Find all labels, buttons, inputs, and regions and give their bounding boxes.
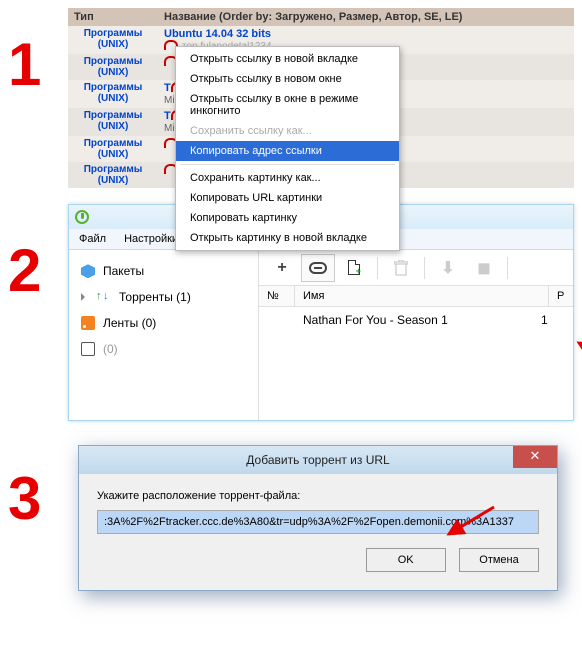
toolbar-separator <box>424 257 425 279</box>
torrent-link[interactable]: T <box>164 110 171 122</box>
ok-button[interactable]: OK <box>366 548 446 572</box>
col-name: Название (Order by: Загружено, Размер, А… <box>158 8 574 26</box>
context-item[interactable]: Открыть ссылку в новой вкладке <box>176 49 399 69</box>
add-file-button[interactable]: + <box>337 254 371 282</box>
category-cell[interactable]: Программы(UNIX) <box>68 136 158 162</box>
annotation-arrow <box>569 338 582 371</box>
category-cell[interactable]: Программы(UNIX) <box>68 108 158 136</box>
dialog-titlebar[interactable]: Добавить торрент из URL ✕ <box>79 446 557 474</box>
utorrent-logo-icon <box>75 210 89 224</box>
context-separator <box>180 164 395 165</box>
sidebar-torrents[interactable]: Торренты (1) <box>73 284 254 310</box>
category-cell[interactable]: Программы(UNIX) <box>68 80 158 108</box>
sidebar-packages[interactable]: Пакеты <box>73 258 254 284</box>
category-cell[interactable]: Программы(UNIX) <box>68 26 158 54</box>
toolbar: + + ⬇ ◼ <box>259 250 573 286</box>
col-p[interactable]: Р <box>549 286 573 306</box>
menu-settings[interactable]: Настройки <box>124 233 178 245</box>
cancel-button[interactable]: Отмена <box>459 548 539 572</box>
package-icon <box>81 264 95 278</box>
link-icon <box>309 262 327 274</box>
context-item[interactable]: Открыть картинку в новой вкладке <box>176 228 399 248</box>
context-item[interactable]: Открыть ссылку в окне в режиме инкогнито <box>176 89 399 121</box>
sidebar: Пакеты Торренты (1) Ленты (0) (0) <box>69 250 259 420</box>
stop-button[interactable]: ◼ <box>467 254 501 282</box>
column-headers: № Имя Р <box>259 286 573 307</box>
download-button[interactable]: ⬇ <box>431 254 465 282</box>
dialog-title: Добавить торрент из URL <box>246 453 389 467</box>
category-cell[interactable]: Программы(UNIX) <box>68 54 158 80</box>
annotation-arrow <box>439 502 499 545</box>
torrent-name: Nathan For You - Season 1 <box>303 313 541 327</box>
add-url-button[interactable] <box>301 254 335 282</box>
torrent-p: 1 <box>541 313 565 327</box>
col-num[interactable]: № <box>259 286 295 306</box>
context-item[interactable]: Открыть ссылку в новом окне <box>176 69 399 89</box>
category-cell[interactable]: Программы(UNIX) <box>68 162 158 188</box>
rss-icon <box>81 316 95 330</box>
main-panel: + + ⬇ ◼ № Имя Р <box>259 250 573 420</box>
step-number-2: 2 <box>8 236 41 305</box>
col-type: Тип <box>68 8 158 26</box>
context-item[interactable]: Сохранить картинку как... <box>176 168 399 188</box>
step-number-1: 1 <box>8 30 41 99</box>
delete-button[interactable] <box>384 254 418 282</box>
torrent-row[interactable]: Nathan For You - Season 1 1 <box>259 307 573 333</box>
device-icon <box>81 342 95 356</box>
toolbar-separator <box>377 257 378 279</box>
col-name[interactable]: Имя <box>295 286 549 306</box>
expand-icon[interactable] <box>81 293 85 301</box>
add-url-dialog: Добавить торрент из URL ✕ Укажите распол… <box>78 445 558 591</box>
context-menu: Открыть ссылку в новой вкладкеОткрыть сс… <box>175 46 400 251</box>
sidebar-feeds[interactable]: Ленты (0) <box>73 310 254 336</box>
dialog-label: Укажите расположение торрент-файла: <box>97 490 539 502</box>
torrent-link[interactable]: T <box>164 82 171 94</box>
torrent-icon <box>97 290 111 304</box>
step-number-3: 3 <box>8 464 41 533</box>
context-item[interactable]: Копировать URL картинки <box>176 188 399 208</box>
add-button[interactable]: + <box>265 254 299 282</box>
toolbar-separator <box>507 257 508 279</box>
close-button[interactable]: ✕ <box>513 446 557 468</box>
context-item: Сохранить ссылку как... <box>176 121 399 141</box>
document-icon: + <box>348 260 360 275</box>
menu-file[interactable]: Файл <box>79 233 106 245</box>
sidebar-devices[interactable]: (0) <box>73 336 254 362</box>
torrent-link[interactable]: Ubuntu 14.04 32 bits <box>164 28 271 40</box>
context-item[interactable]: Копировать картинку <box>176 208 399 228</box>
context-item[interactable]: Копировать адрес ссылки <box>176 141 399 161</box>
